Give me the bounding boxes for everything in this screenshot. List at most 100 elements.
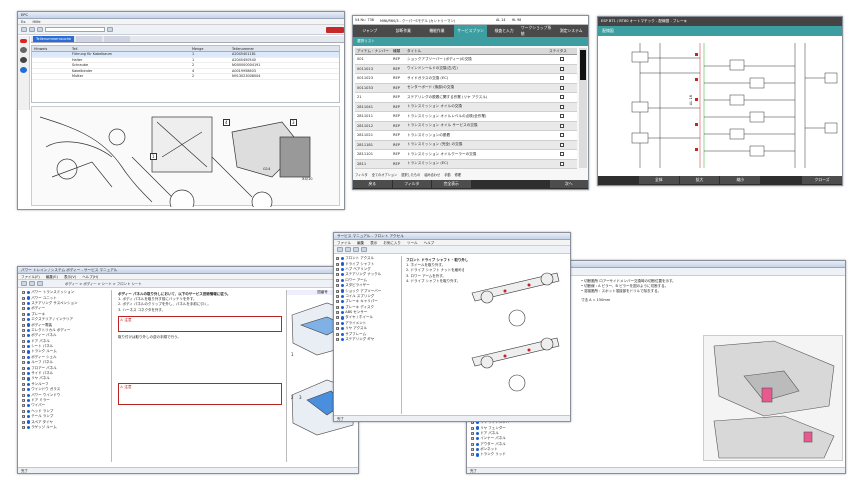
expand-icon[interactable]: +	[22, 339, 25, 343]
row-checkbox[interactable]	[560, 85, 564, 90]
expand-icon[interactable]: +	[22, 382, 25, 386]
sp-table-row[interactable]: 2811011 REP トランスミッション オイルレベルの点検(全作業)	[355, 112, 577, 122]
expand-icon[interactable]: +	[471, 431, 474, 435]
expand-icon[interactable]: +	[22, 377, 25, 381]
expand-icon[interactable]: +	[22, 318, 25, 322]
zoom-in-button[interactable]: 拡大	[679, 176, 720, 184]
callout-g14[interactable]: G14	[263, 167, 270, 171]
expand-icon[interactable]: +	[22, 409, 25, 413]
row-checkbox[interactable]	[560, 133, 564, 138]
tab-jump[interactable]: ジャンプ	[353, 25, 387, 37]
expand-icon[interactable]: +	[471, 426, 474, 430]
back-button[interactable]	[337, 247, 343, 252]
epc-menu-help[interactable]: Hilfe	[33, 20, 41, 24]
tab-diagnosis[interactable]: 診断作業	[386, 25, 421, 37]
ml-menu-help[interactable]: ヘルプ(H)	[82, 275, 98, 279]
info-icon[interactable]	[20, 67, 27, 73]
tree-item[interactable]: + ステアリング ギヤ	[336, 337, 401, 342]
col-kind[interactable]: 種類	[393, 49, 407, 54]
radio-all[interactable]: 全てのオプション	[372, 172, 398, 177]
row-checkbox[interactable]	[560, 142, 564, 147]
expand-icon[interactable]: +	[336, 300, 339, 304]
sp-table-row[interactable]: 0011013 REP ウインドシールドの交換(左/右)	[355, 64, 577, 74]
filter-button[interactable]: フィルタ	[392, 180, 431, 188]
sp-table-row[interactable]: 21 REP ステアリングの脱着に関する作業 (リヤ アクスル)	[355, 93, 577, 103]
col-status[interactable]: ステイタス	[549, 49, 575, 54]
mc-menu-tools[interactable]: ツール	[407, 241, 418, 245]
radio-selected[interactable]: 選択したもの	[401, 172, 420, 177]
expand-icon[interactable]: +	[336, 305, 339, 309]
expand-icon[interactable]: +	[336, 338, 339, 342]
expand-icon[interactable]: +	[336, 267, 339, 271]
mc-menu-favorites[interactable]: お気に入り	[383, 241, 401, 245]
expand-icon[interactable]: +	[336, 321, 339, 325]
expand-icon[interactable]: +	[336, 316, 339, 320]
close-button[interactable]: クローズ	[802, 176, 842, 184]
full-view-button[interactable]: 全体	[638, 176, 679, 184]
sp-table-row[interactable]: 2811041 REP トランスミッション オイルの交換	[355, 102, 577, 112]
col-title[interactable]: タイトル	[407, 49, 549, 54]
expand-icon[interactable]: +	[22, 425, 25, 429]
mc-menu-edit[interactable]: 編集	[357, 241, 364, 245]
expand-icon[interactable]: +	[22, 372, 25, 376]
stop-button[interactable]	[353, 247, 359, 252]
callout-1[interactable]: 1	[150, 153, 157, 160]
tree-item[interactable]: + トランク リッド	[471, 452, 597, 457]
zoom-out-button[interactable]: 縮小	[720, 176, 761, 184]
expand-icon[interactable]: +	[471, 448, 474, 452]
sp-scrollbar[interactable]	[579, 48, 587, 168]
vin-input[interactable]	[45, 27, 105, 32]
row-checkbox[interactable]	[560, 152, 564, 157]
forward-button[interactable]	[345, 247, 351, 252]
radio-repair[interactable]: 修理	[455, 172, 461, 177]
expand-icon[interactable]: +	[22, 307, 25, 311]
row-checkbox[interactable]	[560, 66, 564, 71]
expand-icon[interactable]: +	[22, 415, 25, 419]
expand-icon[interactable]: +	[336, 257, 339, 261]
radio-combo[interactable]: 組み合わせ	[424, 172, 440, 177]
expand-icon[interactable]: +	[471, 442, 474, 446]
callout-x4-10[interactable]: X4/10	[302, 177, 313, 181]
tree-item[interactable]: + ラゲッジ ルーム	[22, 425, 111, 430]
expand-icon[interactable]: +	[22, 420, 25, 424]
expand-icon[interactable]: +	[336, 327, 339, 331]
radio-manual[interactable]: 手動	[444, 172, 450, 177]
expand-icon[interactable]: +	[336, 332, 339, 336]
expand-icon[interactable]: +	[471, 437, 474, 441]
expand-icon[interactable]: +	[22, 388, 25, 392]
callout-4[interactable]: 4	[223, 119, 230, 126]
row-checkbox[interactable]	[560, 161, 564, 166]
expand-icon[interactable]: +	[22, 323, 25, 327]
tab-service-plan[interactable]: サービスプラン	[453, 25, 488, 37]
expand-icon[interactable]: +	[22, 393, 25, 397]
expand-icon[interactable]: +	[22, 328, 25, 332]
print-button[interactable]	[37, 281, 43, 286]
expand-icon[interactable]: +	[22, 291, 25, 295]
expand-icon[interactable]: +	[22, 366, 25, 370]
sp-scroll-thumb[interactable]	[580, 50, 586, 80]
parts-icon[interactable]	[20, 47, 27, 53]
expand-icon[interactable]: +	[22, 404, 25, 408]
show-all-button[interactable]: 完全表示	[432, 180, 471, 188]
expand-icon[interactable]: +	[336, 278, 339, 282]
row-checkbox[interactable]	[560, 95, 564, 100]
back-button[interactable]	[21, 27, 27, 32]
expand-icon[interactable]: +	[22, 350, 25, 354]
settings-icon[interactable]	[20, 57, 27, 63]
epc-menu-ex[interactable]: Ex.	[21, 20, 26, 24]
tab-workshop[interactable]: ワークショップ系統	[520, 25, 555, 37]
sp-table-row[interactable]: 2811021 REP トランスミッションの脱着	[355, 131, 577, 141]
col-part[interactable]: Teil	[72, 46, 192, 51]
sp-table-row[interactable]: 2811 REP トランスミッション (EC)	[355, 159, 577, 169]
expand-icon[interactable]: +	[22, 399, 25, 402]
col-number[interactable]: Teilenummer	[232, 46, 292, 51]
expand-icon[interactable]: +	[336, 294, 339, 298]
col-item-number[interactable]: アイテム・ナンバー	[355, 49, 393, 54]
expand-icon[interactable]: +	[336, 284, 339, 288]
forward-button[interactable]	[29, 27, 35, 32]
expand-icon[interactable]: +	[336, 289, 339, 293]
tab-parts-search[interactable]: Teilenummernsuche	[33, 36, 75, 42]
search-button[interactable]	[107, 27, 113, 32]
home-button[interactable]	[37, 27, 43, 32]
sp-table-row[interactable]: 2811181 REP トランスミッション (完全) の交換	[355, 140, 577, 150]
